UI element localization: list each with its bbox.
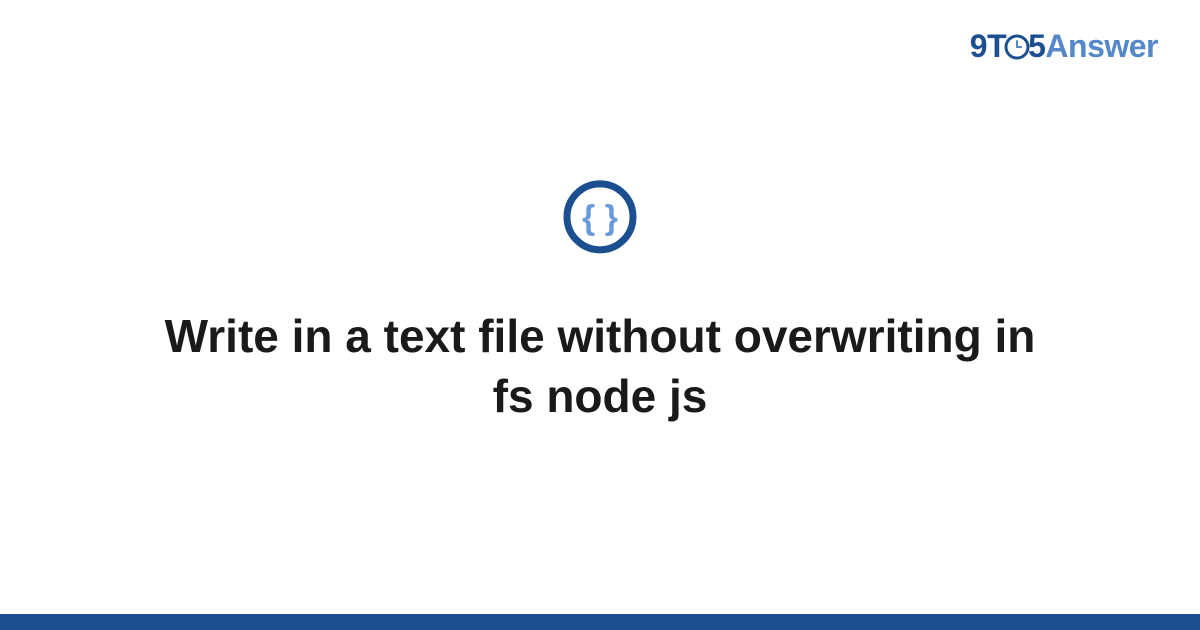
site-logo: 9T 5Answer [970, 28, 1158, 65]
logo-text-5: 5 [1028, 28, 1045, 64]
footer-accent-bar [0, 614, 1200, 630]
main-content: { } Write in a text file without overwri… [0, 179, 1200, 427]
code-braces-icon: { } [562, 179, 638, 255]
logo-clock-icon [1004, 34, 1030, 60]
logo-text-9t: 9T [970, 28, 1006, 64]
svg-text:{ }: { } [582, 199, 618, 237]
logo-text-answer: Answer [1045, 28, 1158, 64]
page-title: Write in a text file without overwriting… [150, 307, 1050, 427]
